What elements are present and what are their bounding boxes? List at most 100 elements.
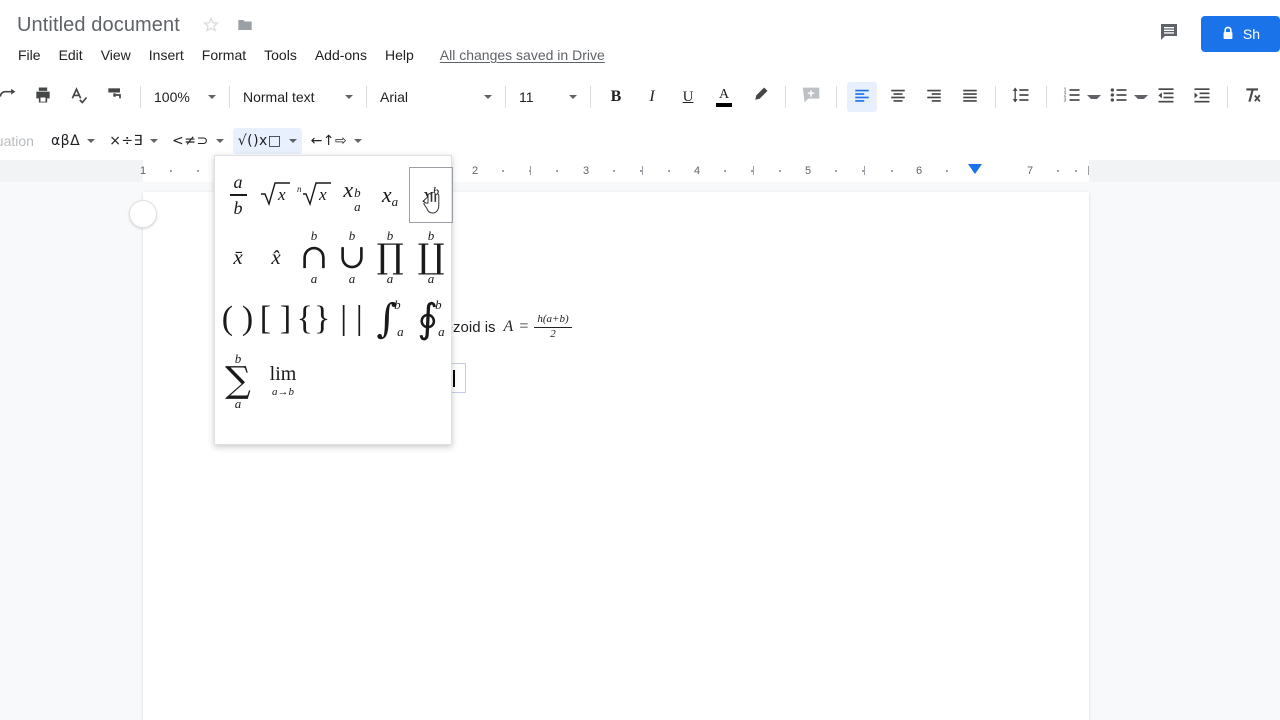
palette-item-union[interactable]: b ∪ a [333, 229, 371, 285]
right-indent-marker[interactable] [968, 164, 982, 174]
palette-item-coproduct[interactable]: b ∐ a [409, 229, 453, 285]
palette-item-nth-root[interactable]: n x [295, 167, 333, 223]
chevron-down-icon[interactable] [1134, 95, 1148, 99]
palette-item-contour-integral[interactable]: ∮ b a [409, 291, 453, 347]
equation-group-greek-letters[interactable]: αβΔ [46, 128, 100, 154]
menu-item-help[interactable]: Help [379, 45, 420, 65]
palette-item-product[interactable]: b ∏ a [371, 229, 409, 285]
print-button[interactable] [28, 82, 58, 112]
increase-indent-button[interactable] [1187, 82, 1217, 112]
greek-letters-icon: αβΔ [51, 134, 80, 148]
menu-item-edit[interactable]: Edit [53, 45, 89, 65]
comment-history-button[interactable] [1149, 14, 1189, 54]
folder-icon[interactable] [235, 15, 255, 35]
chevron-down-icon [345, 95, 353, 99]
line-spacing-button[interactable] [1006, 82, 1036, 112]
equation-group-arrows[interactable]: ←↑⇨ [306, 128, 368, 154]
spellcheck-button[interactable] [64, 82, 94, 112]
document-title[interactable]: Untitled document [12, 11, 185, 40]
google-docs-window: Untitled document File Edit View Insert … [0, 0, 1280, 720]
save-status-link[interactable]: All changes saved in Drive [440, 47, 605, 63]
equation-group-math-operators[interactable]: √()x□ [233, 128, 302, 154]
equation-group-math-operations[interactable]: ×÷∃ [104, 128, 163, 154]
equation-fraction: h(a+b) 2 [534, 314, 571, 340]
star-outline-icon[interactable] [201, 15, 221, 35]
toolbar-divider [836, 86, 837, 108]
add-comment-button[interactable] [796, 82, 826, 112]
palette-row: ( ) [ ] {} | | ∫ b a [219, 288, 447, 350]
underline-button[interactable]: U [673, 82, 703, 112]
palette-item-parentheses[interactable]: ( ) [219, 291, 257, 347]
equation-group-relations[interactable]: <≠⊃ [167, 128, 229, 154]
align-center-icon [889, 86, 907, 109]
align-justify-icon [961, 86, 979, 109]
explore-button[interactable] [129, 200, 157, 228]
clear-formatting-button[interactable] [1238, 82, 1268, 112]
redo-button[interactable] [0, 82, 22, 112]
palette-item-summation[interactable]: b ∑ a [219, 353, 257, 409]
arrows-icon: ←↑⇨ [311, 134, 348, 148]
chevron-down-icon [289, 139, 297, 143]
equation-variable: A [504, 318, 514, 336]
highlight-color-button[interactable] [745, 82, 775, 112]
toolbar-divider [785, 86, 786, 108]
horizontal-ruler[interactable]: 1 2 3 4 5 6 7 [0, 160, 1280, 182]
ruler-number: 1 [140, 165, 146, 177]
paint-format-button[interactable] [100, 82, 130, 112]
subscript-glyph: xa [382, 182, 398, 208]
math-operators-palette[interactable]: ab x n x [214, 155, 452, 445]
palette-item-curly-braces[interactable]: {} [295, 291, 333, 347]
title-row: Untitled document [12, 8, 255, 42]
menu-item-insert[interactable]: Insert [143, 45, 190, 65]
text-color-button[interactable]: A [709, 82, 739, 112]
paragraph-style-select[interactable]: Normal text [237, 83, 359, 111]
bulleted-list-button[interactable] [1104, 82, 1134, 112]
square-root-glyph: x [259, 179, 293, 212]
palette-item-limit[interactable]: lim a→b [257, 353, 309, 409]
palette-row: ab x n x [219, 164, 447, 226]
align-center-button[interactable] [883, 82, 913, 112]
numbered-list-button[interactable]: 123 [1057, 82, 1087, 112]
font-family-select[interactable]: Arial [374, 83, 498, 111]
formatting-toolbar: 100% Normal text Arial 11 B I U A [0, 76, 1280, 118]
menu-item-addons[interactable]: Add-ons [309, 45, 373, 65]
pointing-hand-cursor [423, 192, 440, 214]
menu-item-tools[interactable]: Tools [258, 45, 303, 65]
bulleted-list-control[interactable] [1101, 82, 1148, 112]
palette-item-superscript[interactable]: xb [409, 167, 453, 223]
font-size-select[interactable]: 11 [513, 83, 583, 111]
ruler-number: 7 [1027, 165, 1033, 177]
palette-item-fraction[interactable]: ab [219, 167, 257, 223]
numbered-list-control[interactable]: 123 [1054, 82, 1101, 112]
menu-item-format[interactable]: Format [196, 45, 252, 65]
palette-item-integral[interactable]: ∫ b a [371, 291, 409, 347]
chevron-down-icon[interactable] [1087, 95, 1101, 99]
italic-button[interactable]: I [637, 82, 667, 112]
share-button-label: Sh [1243, 26, 1260, 42]
palette-item-square-root[interactable]: x [257, 167, 295, 223]
toolbar-divider [140, 86, 141, 108]
line-spacing-icon [1011, 85, 1031, 110]
align-left-button[interactable] [847, 82, 877, 112]
share-button[interactable]: Sh [1201, 16, 1280, 52]
palette-item-absolute-value[interactable]: | | [333, 291, 371, 347]
palette-item-subscript[interactable]: xa [371, 167, 409, 223]
palette-item-square-brackets[interactable]: [ ] [257, 291, 295, 347]
menu-item-file[interactable]: File [12, 45, 47, 65]
zoom-select[interactable]: 100% [148, 83, 222, 111]
palette-item-hat[interactable]: x̂ [257, 229, 295, 285]
palette-item-superscript-subscript[interactable]: xba [333, 167, 371, 223]
bold-button[interactable]: B [601, 82, 631, 112]
chevron-down-icon [208, 95, 216, 99]
palette-item-overline[interactable]: x̄ [219, 229, 257, 285]
toolbar-divider [366, 86, 367, 108]
align-justify-button[interactable] [955, 82, 985, 112]
menu-item-view[interactable]: View [95, 45, 137, 65]
zoom-value: 100% [154, 89, 190, 105]
align-right-button[interactable] [919, 82, 949, 112]
decrease-indent-button[interactable] [1151, 82, 1181, 112]
curly-braces-glyph: {} [297, 300, 332, 338]
limit-lower: a [428, 272, 435, 285]
palette-item-intersection[interactable]: b ∩ a [295, 229, 333, 285]
edit-mode-button[interactable] [1274, 82, 1280, 112]
